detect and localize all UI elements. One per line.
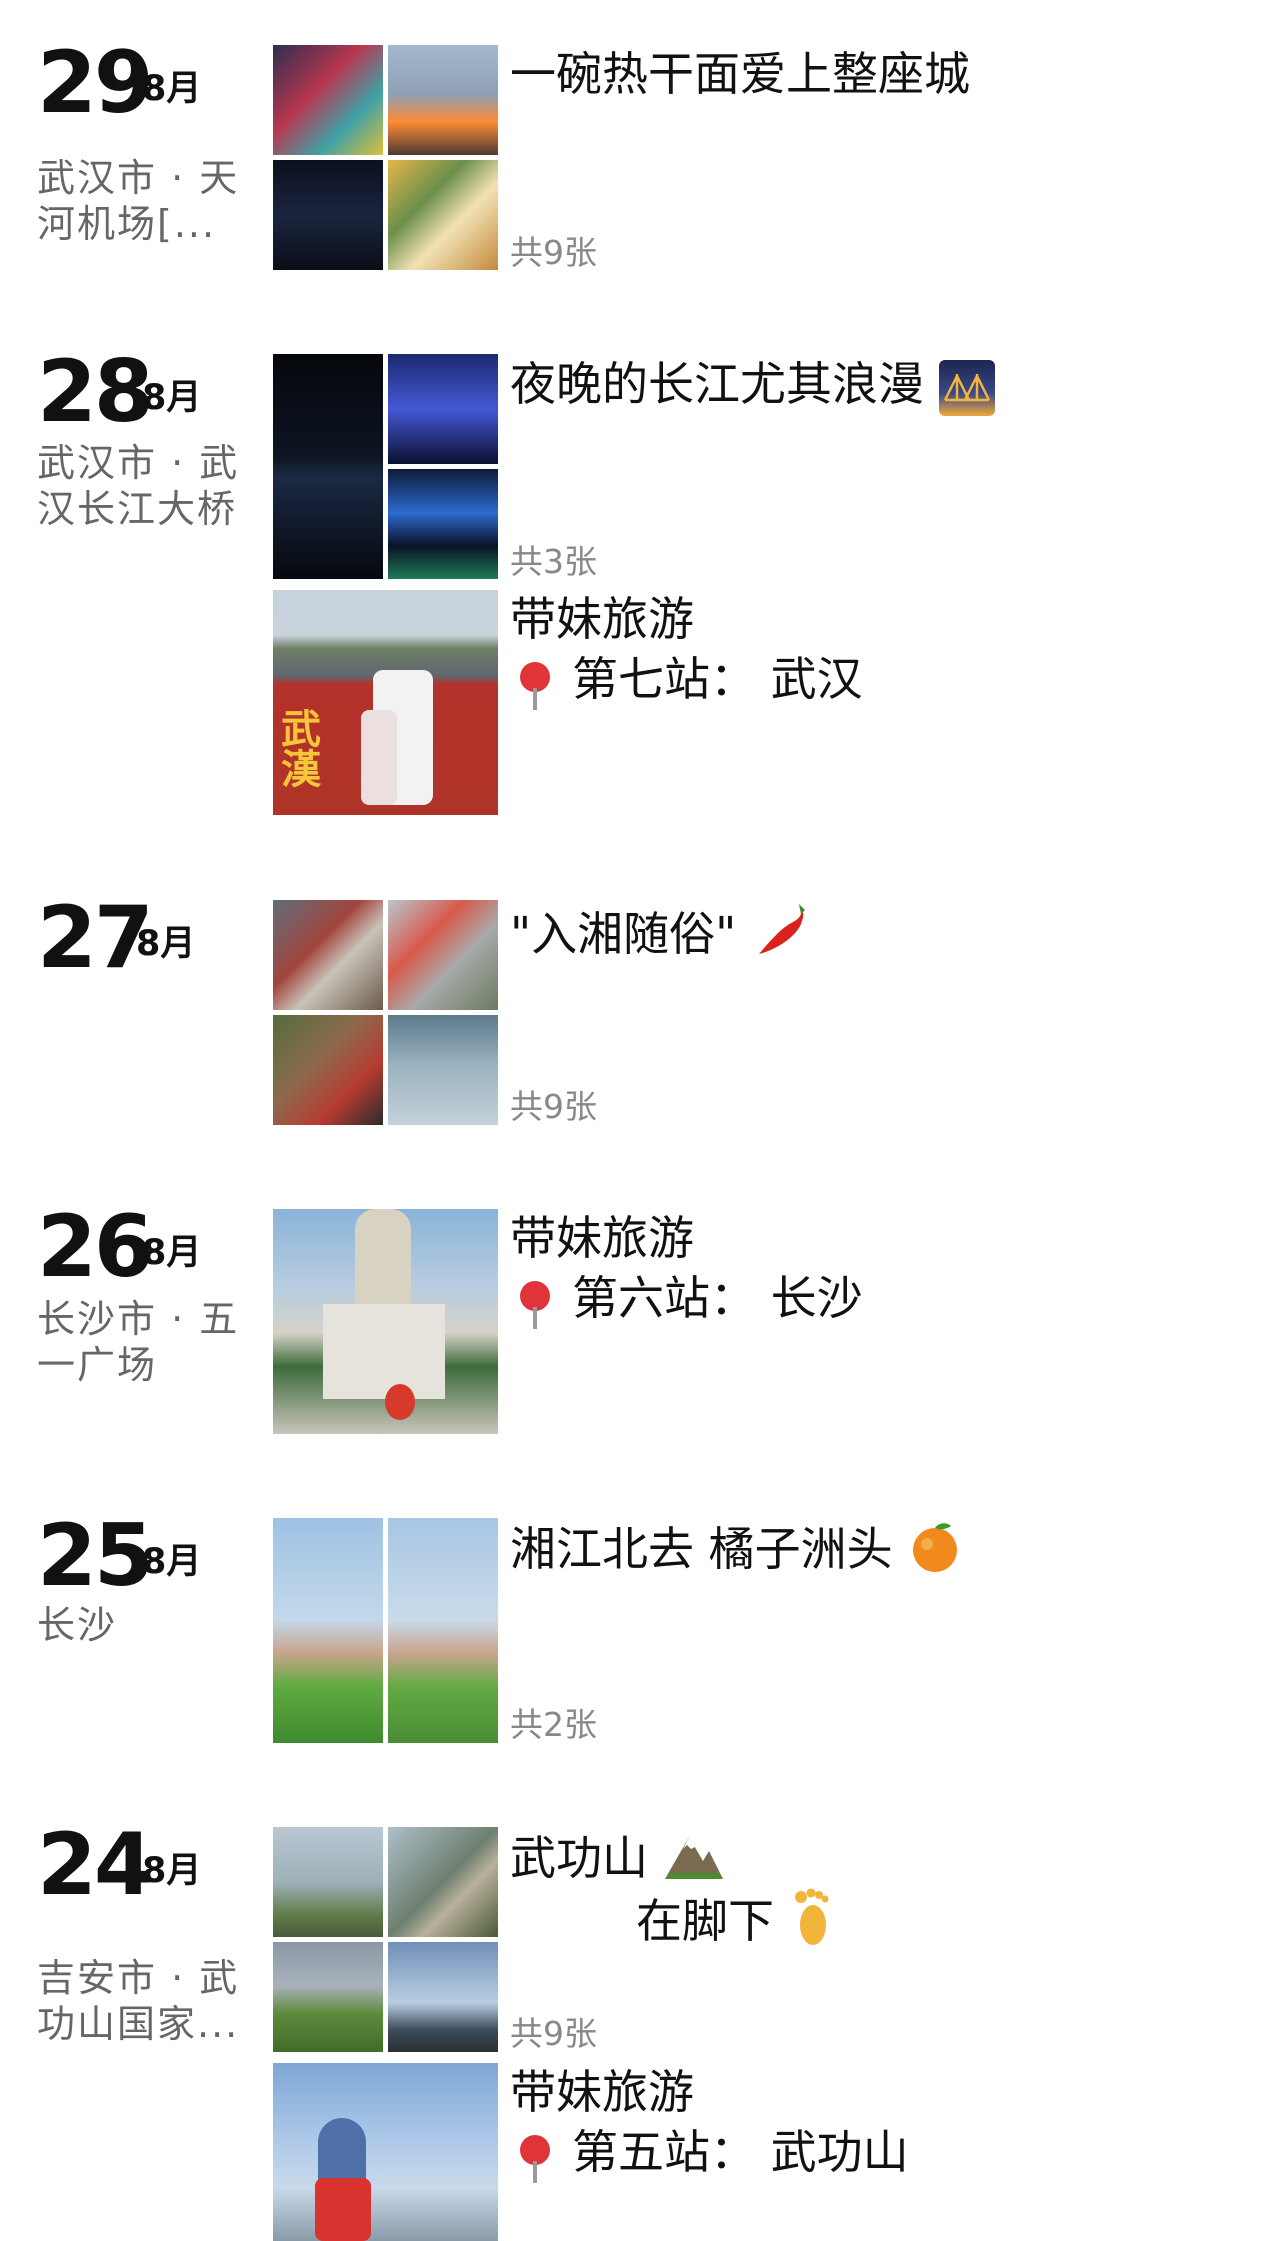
photo-thumbnail[interactable] bbox=[388, 1015, 498, 1125]
pin-icon bbox=[520, 1277, 550, 1329]
photo-count: 共3张 bbox=[510, 542, 597, 581]
photo-thumbnail[interactable] bbox=[273, 1518, 383, 1743]
photo-grid[interactable] bbox=[273, 45, 498, 270]
day-number: 28 bbox=[37, 342, 154, 442]
day-number: 27 bbox=[37, 888, 154, 988]
photo-count: 共9张 bbox=[510, 233, 597, 272]
post-title[interactable]: 武功山 bbox=[510, 1827, 725, 1896]
post-title-line2[interactable]: 在脚下 bbox=[636, 1887, 835, 1962]
location-label: 吉安市 · 武功山国家... bbox=[37, 1956, 240, 2046]
day-number: 24 bbox=[37, 1815, 154, 1915]
month-label: 8月 bbox=[142, 1233, 202, 1273]
photo-thumbnail[interactable] bbox=[388, 160, 498, 270]
person-figure bbox=[361, 710, 397, 805]
photo-thumbnail[interactable] bbox=[273, 2063, 498, 2241]
month-label: 8月 bbox=[142, 378, 202, 418]
post-title[interactable]: 带妹旅游 bbox=[510, 2063, 694, 2121]
location-label: 武汉市 · 天河机场[... bbox=[37, 156, 240, 246]
post-subtitle[interactable]: 第七站： 武汉 bbox=[520, 650, 863, 710]
post-title[interactable]: 湘江北去 橘子洲头 bbox=[510, 1518, 963, 1587]
photo-grid[interactable] bbox=[273, 900, 498, 1125]
footprint-icon bbox=[789, 1887, 835, 1962]
post-title[interactable]: 带妹旅游 bbox=[510, 1209, 694, 1267]
post-title[interactable]: 一碗热干面爱上整座城 bbox=[510, 45, 970, 103]
post-title[interactable]: "入湘随俗" bbox=[510, 900, 813, 975]
photo-thumbnail[interactable] bbox=[273, 1942, 383, 2052]
photo-thumbnail[interactable]: 武漢 bbox=[273, 590, 498, 815]
month-label: 8月 bbox=[142, 1851, 202, 1891]
location-label: 长沙市 · 五一广场 bbox=[37, 1297, 240, 1387]
chili-pepper-icon bbox=[751, 900, 813, 975]
post-subtitle[interactable]: 第五站： 武功山 bbox=[520, 2123, 909, 2183]
day-number: 25 bbox=[37, 1506, 154, 1606]
photo-thumbnail[interactable] bbox=[388, 45, 498, 155]
photo-thumbnail[interactable] bbox=[388, 1518, 498, 1743]
photo-thumbnail[interactable] bbox=[273, 1015, 383, 1125]
photo-thumbnail[interactable] bbox=[388, 900, 498, 1010]
photo-thumbnail[interactable] bbox=[388, 1827, 498, 1937]
photo-thumbnail[interactable] bbox=[273, 900, 383, 1010]
photo-thumbnail[interactable] bbox=[273, 160, 383, 270]
photo-sign-graphic: 武漢 bbox=[281, 707, 321, 793]
photo-grid[interactable] bbox=[273, 1518, 498, 1743]
statue-graphic bbox=[355, 1209, 411, 1304]
pin-icon bbox=[520, 2131, 550, 2183]
month-label: 8月 bbox=[142, 69, 202, 109]
mountain-icon bbox=[663, 1827, 725, 1896]
photo-thumbnail[interactable] bbox=[273, 1209, 498, 1434]
orange-icon bbox=[907, 1518, 963, 1587]
pin-icon bbox=[520, 658, 550, 710]
day-number: 29 bbox=[37, 33, 154, 133]
day-number: 26 bbox=[37, 1197, 154, 1297]
bridge-night-icon bbox=[938, 359, 995, 416]
photo-count: 共9张 bbox=[510, 2014, 597, 2053]
flower-graphic bbox=[385, 1384, 415, 1420]
pedestal-graphic bbox=[323, 1304, 445, 1399]
photo-thumbnail[interactable] bbox=[388, 469, 498, 579]
photo-grid[interactable] bbox=[273, 1827, 498, 2052]
post-title[interactable]: 夜晚的长江尤其浪漫 bbox=[510, 355, 995, 416]
month-label: 8月 bbox=[136, 924, 196, 964]
photo-count: 共2张 bbox=[510, 1705, 597, 1744]
photo-thumbnail[interactable] bbox=[273, 45, 383, 155]
person-figure bbox=[315, 2178, 371, 2241]
post-subtitle[interactable]: 第六站： 长沙 bbox=[520, 1269, 863, 1329]
photo-thumbnail[interactable] bbox=[388, 1942, 498, 2052]
photo-thumbnail[interactable] bbox=[388, 354, 498, 464]
photo-count: 共9张 bbox=[510, 1087, 597, 1126]
photo-thumbnail[interactable] bbox=[273, 1827, 383, 1937]
photo-grid[interactable] bbox=[273, 354, 498, 579]
location-label: 武汉市 · 武汉长江大桥 bbox=[37, 441, 240, 531]
photo-thumbnail[interactable] bbox=[273, 354, 383, 579]
month-label: 8月 bbox=[142, 1542, 202, 1582]
post-title[interactable]: 带妹旅游 bbox=[510, 590, 694, 648]
location-label: 长沙 bbox=[37, 1603, 118, 1647]
